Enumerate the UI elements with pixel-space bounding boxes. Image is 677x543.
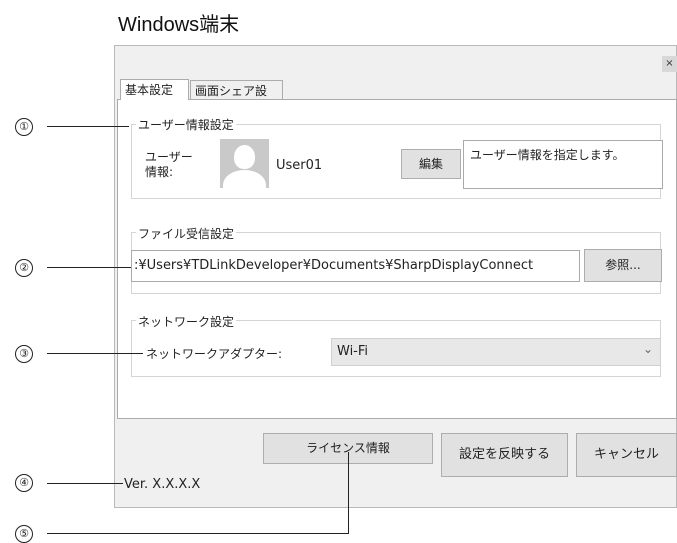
network-adapter-select[interactable]: Wi-Fi ⌄	[331, 338, 661, 366]
user-name: User01	[276, 158, 323, 173]
file-receive-group-title: ファイル受信設定	[136, 225, 237, 242]
avatar	[220, 139, 269, 188]
callout-1-line	[47, 126, 129, 127]
browse-button[interactable]: 参照...	[584, 249, 662, 282]
tab-screen-share-settings[interactable]: 画面シェア設定	[190, 80, 283, 118]
network-adapter-label: ネットワークアダプター:	[146, 347, 283, 361]
callout-4-line	[47, 483, 123, 484]
callout-2-line	[47, 267, 131, 268]
avatar-body	[223, 170, 266, 188]
apply-settings-button[interactable]: 設定を反映する	[441, 433, 568, 477]
callout-3: ③	[15, 345, 33, 363]
callout-3-line	[47, 353, 143, 354]
callout-2: ②	[15, 259, 33, 277]
callout-5: ⑤	[15, 525, 33, 543]
edit-button[interactable]: 編集	[401, 149, 461, 179]
version-label: Ver. X.X.X.X	[124, 477, 201, 492]
avatar-head	[234, 145, 255, 169]
callout-5-line	[47, 533, 349, 534]
callout-4: ④	[15, 474, 33, 492]
user-info-group-title: ユーザー情報設定	[136, 116, 236, 133]
tab-basic-settings[interactable]: 基本設定	[120, 79, 189, 100]
close-button[interactable]: ×	[662, 56, 677, 72]
cancel-button[interactable]: キャンセル	[576, 433, 677, 477]
file-path-input[interactable]: :¥Users¥TDLinkDeveloper¥Documents¥SharpD…	[131, 250, 580, 282]
callout-5-vertical-line	[348, 452, 349, 533]
network-adapter-selected: Wi-Fi	[337, 344, 369, 359]
page-heading: Windows端末	[118, 14, 240, 36]
user-info-label-line2: 情報:	[145, 165, 174, 179]
network-group-title: ネットワーク設定	[136, 313, 237, 330]
user-info-description: ユーザー情報を指定します。	[463, 140, 663, 189]
chevron-down-icon: ⌄	[642, 342, 653, 356]
callout-1: ①	[15, 118, 33, 136]
